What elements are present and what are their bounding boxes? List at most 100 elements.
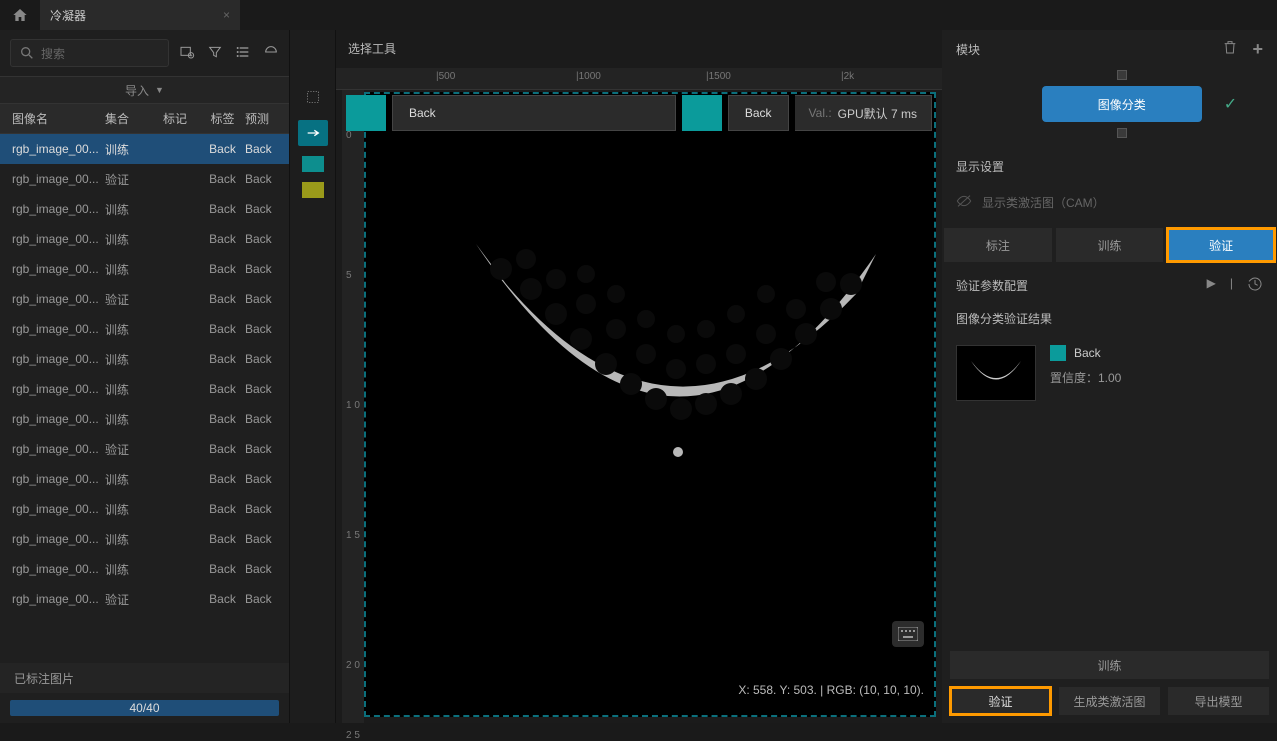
- cell-name: rgb_image_00...: [0, 142, 105, 156]
- cell-set: 训练: [105, 471, 150, 488]
- image-canvas[interactable]: [364, 92, 936, 717]
- table-row[interactable]: rgb_image_00...训练BackBack: [0, 464, 289, 494]
- table-row[interactable]: rgb_image_00...训练BackBack: [0, 554, 289, 584]
- export-model-button[interactable]: 导出模型: [1168, 687, 1269, 715]
- history-icon[interactable]: [1247, 276, 1263, 295]
- divider: |: [1230, 276, 1233, 295]
- th-pred[interactable]: 预测: [245, 110, 285, 127]
- th-name[interactable]: 图像名: [0, 110, 105, 127]
- cell-name: rgb_image_00...: [0, 352, 105, 366]
- cell-set: 训练: [105, 321, 150, 338]
- image-list-panel: 搜索 导入 ▼ 图像名 集合 标记 标签 预测 rgb_image_00...训…: [0, 30, 290, 723]
- ruler-vertical: 0 5 1 0 1 5 2 0 2 5: [342, 90, 364, 723]
- cell-set: 训练: [105, 141, 150, 158]
- cell-pred: Back: [245, 292, 285, 306]
- table-row[interactable]: rgb_image_00...训练BackBack: [0, 254, 289, 284]
- tab-train[interactable]: 训练: [1056, 228, 1164, 262]
- add-icon[interactable]: +: [1252, 39, 1263, 60]
- trash-icon[interactable]: [1222, 39, 1238, 60]
- th-label[interactable]: 标签: [200, 110, 245, 127]
- image-add-icon[interactable]: [179, 44, 195, 63]
- eye-icon[interactable]: [956, 193, 972, 212]
- cell-pred: Back: [245, 232, 285, 246]
- cam-toggle-label[interactable]: 显示类激活图（CAM）: [982, 194, 1105, 211]
- home-icon[interactable]: [0, 0, 40, 30]
- table-row[interactable]: rgb_image_00...训练BackBack: [0, 524, 289, 554]
- filter-icon[interactable]: [207, 44, 223, 63]
- cell-name: rgb_image_00...: [0, 322, 105, 336]
- move-tool[interactable]: [298, 120, 328, 146]
- th-mark[interactable]: 标记: [150, 110, 200, 127]
- result-thumbnail[interactable]: [956, 345, 1036, 401]
- table-row[interactable]: rgb_image_00...验证BackBack: [0, 164, 289, 194]
- import-button[interactable]: 导入 ▼: [0, 76, 289, 104]
- table-header: 图像名 集合 标记 标签 预测: [0, 104, 289, 134]
- cell-pred: Back: [245, 202, 285, 216]
- search-placeholder: 搜索: [41, 45, 65, 62]
- list-icon[interactable]: [235, 44, 251, 63]
- cell-label: Back: [200, 382, 245, 396]
- table-row[interactable]: rgb_image_00...训练BackBack: [0, 404, 289, 434]
- table-row[interactable]: rgb_image_00...验证BackBack: [0, 434, 289, 464]
- node-input: [1117, 70, 1127, 80]
- cell-set: 验证: [105, 171, 150, 188]
- document-tab[interactable]: 冷凝器 ×: [40, 0, 240, 30]
- color-swatch-olive[interactable]: [302, 182, 324, 198]
- cell-name: rgb_image_00...: [0, 532, 105, 546]
- cell-pred: Back: [245, 472, 285, 486]
- cell-pred: Back: [245, 502, 285, 516]
- search-input[interactable]: 搜索: [10, 39, 169, 67]
- color-swatch-teal[interactable]: [302, 156, 324, 172]
- grid-icon[interactable]: [263, 44, 279, 63]
- chevron-down-icon: ▼: [155, 85, 164, 95]
- summary-bar: 已标注图片: [0, 663, 289, 693]
- cell-name: rgb_image_00...: [0, 172, 105, 186]
- keyboard-icon[interactable]: [892, 621, 924, 647]
- part-image: [456, 214, 896, 534]
- label-color-chip-2: [682, 95, 722, 131]
- table-row[interactable]: rgb_image_00...验证BackBack: [0, 284, 289, 314]
- module-classification-button[interactable]: 图像分类: [1042, 86, 1202, 122]
- cell-name: rgb_image_00...: [0, 502, 105, 516]
- cell-pred: Back: [245, 172, 285, 186]
- generate-cam-button[interactable]: 生成类激活图: [1059, 687, 1160, 715]
- ruler-horizontal: |500 |1000 |1500 |2k: [336, 68, 942, 90]
- result-card: Back 置信度：1.00: [942, 335, 1277, 411]
- table-row[interactable]: rgb_image_00...训练BackBack: [0, 374, 289, 404]
- validation-info: Val.: GPU默认 7 ms: [795, 95, 932, 131]
- th-set[interactable]: 集合: [105, 110, 150, 127]
- cell-label: Back: [200, 322, 245, 336]
- cell-pred: Back: [245, 142, 285, 156]
- train-button[interactable]: 训练: [950, 651, 1269, 679]
- tab-validate[interactable]: 验证: [1167, 228, 1275, 262]
- cell-set: 训练: [105, 351, 150, 368]
- table-row[interactable]: rgb_image_00...训练BackBack: [0, 344, 289, 374]
- close-icon[interactable]: ×: [223, 8, 230, 22]
- result-confidence: 置信度：1.00: [1050, 369, 1121, 386]
- select-tool[interactable]: [298, 84, 328, 110]
- cell-pred: Back: [245, 262, 285, 276]
- tab-label[interactable]: 标注: [944, 228, 1052, 262]
- cell-name: rgb_image_00...: [0, 202, 105, 216]
- validate-button[interactable]: 验证: [950, 687, 1051, 715]
- table-row[interactable]: rgb_image_00...训练BackBack: [0, 224, 289, 254]
- table-row[interactable]: rgb_image_00...验证BackBack: [0, 584, 289, 614]
- cell-label: Back: [200, 262, 245, 276]
- table-row[interactable]: rgb_image_00...训练 BackBack: [0, 134, 289, 164]
- cell-pred: Back: [245, 562, 285, 576]
- cell-label: Back: [200, 472, 245, 486]
- tab-label: 冷凝器: [50, 7, 86, 24]
- cell-label: Back: [200, 352, 245, 366]
- cell-set: 训练: [105, 231, 150, 248]
- cell-label: Back: [200, 142, 245, 156]
- table-row[interactable]: rgb_image_00...训练BackBack: [0, 314, 289, 344]
- table-row[interactable]: rgb_image_00...训练BackBack: [0, 494, 289, 524]
- cell-label: Back: [200, 202, 245, 216]
- cell-label: Back: [200, 442, 245, 456]
- cell-set: 验证: [105, 291, 150, 308]
- cell-label: Back: [200, 592, 245, 606]
- cell-set: 训练: [105, 411, 150, 428]
- play-icon[interactable]: ▶: [1207, 276, 1216, 295]
- table-row[interactable]: rgb_image_00...训练BackBack: [0, 194, 289, 224]
- cell-label: Back: [200, 412, 245, 426]
